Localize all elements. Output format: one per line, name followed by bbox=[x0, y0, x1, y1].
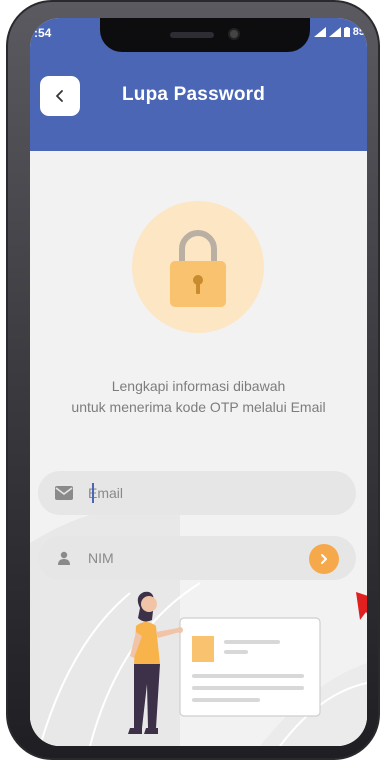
status-time: :54 bbox=[34, 26, 52, 40]
app-header: :54 85 Lupa Password bbox=[30, 18, 367, 151]
status-icons: 85 bbox=[313, 26, 365, 38]
page-title: Lupa Password bbox=[122, 84, 266, 105]
info-line-2: untuk menerima kode OTP melalui Email bbox=[71, 399, 326, 415]
text-caret bbox=[92, 483, 94, 503]
chevron-left-icon bbox=[56, 90, 63, 102]
camera-notch bbox=[100, 18, 310, 52]
battery-icon bbox=[343, 27, 350, 37]
info-line-1: Lengkapi informasi dibawah bbox=[111, 378, 286, 394]
person-icon bbox=[54, 548, 74, 568]
mail-icon bbox=[54, 483, 74, 503]
battery-level: 85 bbox=[352, 26, 365, 38]
lock-icon bbox=[170, 230, 226, 307]
person-illustration bbox=[128, 591, 321, 734]
info-text: Lengkapi informasi dibawah untuk menerim… bbox=[30, 376, 367, 418]
signal-icon bbox=[328, 27, 341, 37]
email-field[interactable] bbox=[88, 485, 288, 501]
front-camera bbox=[228, 28, 240, 40]
back-button[interactable] bbox=[40, 76, 80, 116]
chevron-right-icon bbox=[321, 554, 327, 564]
email-field-container[interactable] bbox=[38, 471, 356, 515]
lock-badge bbox=[132, 201, 264, 333]
pointer-arrow-icon bbox=[356, 592, 367, 620]
nim-field[interactable] bbox=[88, 550, 288, 566]
speaker-grille bbox=[170, 32, 214, 38]
next-button[interactable] bbox=[309, 544, 339, 574]
signal-icon bbox=[313, 27, 326, 37]
app-screen: :54 85 Lupa Password Lengkapi informasi … bbox=[30, 18, 367, 746]
